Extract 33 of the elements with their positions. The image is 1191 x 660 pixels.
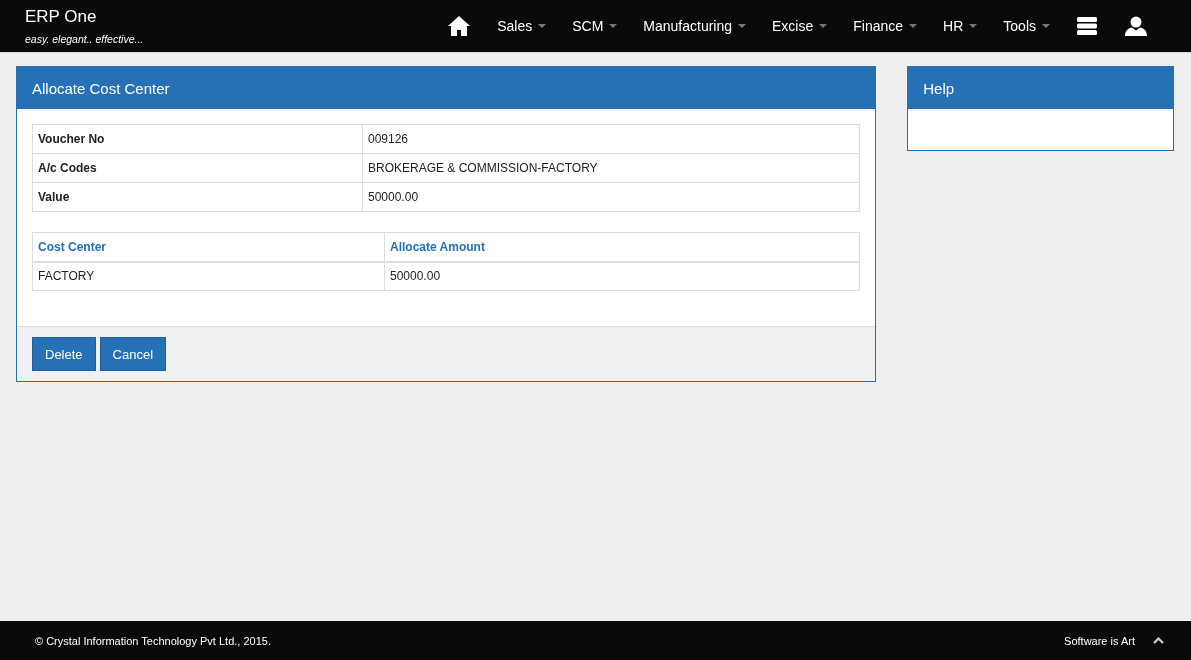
nav-menu-item[interactable]: Manufacturing <box>630 18 760 34</box>
caret-icon <box>969 24 978 28</box>
caret-icon <box>909 24 918 28</box>
nav-menu-item[interactable]: Finance <box>840 18 931 34</box>
nav-menu-item[interactable]: Sales <box>484 18 560 34</box>
column-header: Allocate Amount <box>384 232 860 262</box>
table-cell: 50000.00 <box>384 261 860 291</box>
app-tagline: easy. elegant.. effective... <box>25 33 144 45</box>
nav-menu-item[interactable]: SCM <box>559 18 631 34</box>
caret-icon <box>1042 24 1050 28</box>
detail-value: 009126 <box>362 124 860 154</box>
detail-label: Voucher No <box>32 124 363 154</box>
detail-label: Value <box>32 182 363 212</box>
app-title: ERP One <box>25 7 98 27</box>
nav-menu-item[interactable]: Excise <box>759 18 841 34</box>
help-title: Help <box>908 67 1173 109</box>
caret-icon <box>538 24 547 28</box>
nav-menu-item[interactable]: HR <box>930 18 991 34</box>
column-header: Cost Center <box>32 232 385 262</box>
caret-icon <box>819 24 828 28</box>
copyright-text: © Crystal Information Technology Pvt Ltd., 2015. <box>35 634 271 647</box>
caret-icon <box>738 24 747 28</box>
panel-title: Allocate Cost Center <box>17 67 876 109</box>
detail-value: 50000.00 <box>362 182 860 212</box>
slogan-text: Software is Art <box>1064 634 1135 647</box>
nav-menu-item[interactable]: Tools <box>990 18 1063 34</box>
cancel-button[interactable]: Cancel <box>99 337 167 371</box>
table-cell: FACTORY <box>32 261 385 291</box>
caret-icon <box>609 24 618 28</box>
detail-value: BROKERAGE & COMMISSION-FACTORY <box>362 153 860 183</box>
chevron-up-icon[interactable] <box>1153 637 1164 644</box>
detail-label: A/c Codes <box>32 153 363 183</box>
delete-button[interactable]: Delete <box>32 337 96 371</box>
